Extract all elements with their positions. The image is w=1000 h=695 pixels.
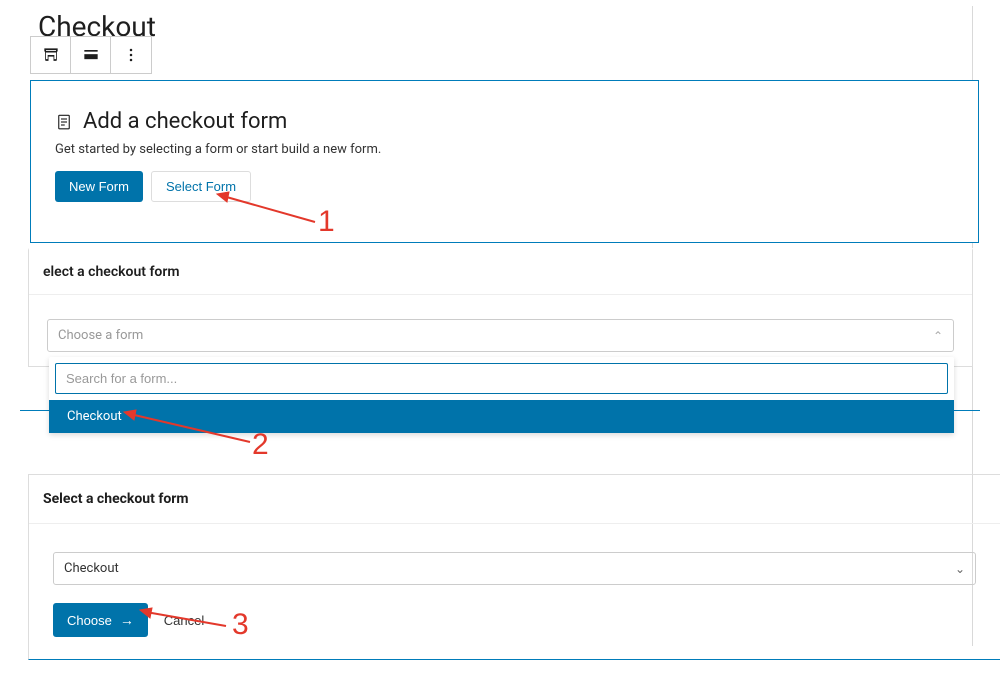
- align-button[interactable]: [71, 37, 111, 73]
- annotation-number-2: 2: [252, 428, 269, 462]
- modal-a-title: elect a checkout form: [29, 250, 972, 295]
- combobox-placeholder: Choose a form: [58, 328, 143, 343]
- placeholder-header: Add a checkout form: [55, 109, 954, 134]
- arrow-right-icon: →: [120, 612, 134, 628]
- modal-b-title: Select a checkout form: [29, 475, 1000, 524]
- select-form-modal-step2: elect a checkout form Choose a form ⌃ Ch…: [28, 248, 973, 367]
- selected-form-value: Checkout: [64, 561, 119, 576]
- choose-button-label: Choose: [67, 613, 112, 628]
- select-form-modal-step3: Select a checkout form Checkout ⌄ Choose…: [28, 474, 1000, 660]
- dropdown-option-checkout[interactable]: Checkout: [49, 400, 954, 433]
- block-toolbar: [30, 36, 152, 74]
- form-search-input[interactable]: [55, 363, 948, 394]
- chevron-up-icon: ⌃: [933, 329, 943, 343]
- more-vertical-icon: [121, 45, 141, 65]
- cancel-button[interactable]: Cancel: [164, 613, 204, 628]
- select-form-button[interactable]: Select Form: [151, 171, 251, 202]
- placeholder-title: Add a checkout form: [83, 109, 287, 134]
- checkout-form-placeholder: Add a checkout form Get started by selec…: [30, 80, 979, 243]
- annotation-number-1: 1: [318, 205, 335, 239]
- new-form-button[interactable]: New Form: [55, 171, 143, 202]
- placeholder-description: Get started by selecting a form or start…: [55, 142, 954, 157]
- form-icon: [55, 113, 73, 131]
- placeholder-buttons: New Form Select Form: [55, 171, 954, 202]
- chevron-down-icon: ⌄: [955, 562, 965, 576]
- block-type-button[interactable]: [31, 37, 71, 73]
- choose-form-combobox[interactable]: Choose a form ⌃: [47, 319, 954, 352]
- storefront-icon: [41, 45, 61, 65]
- selected-form-select[interactable]: Checkout ⌄: [53, 552, 976, 585]
- combobox-dropdown: Checkout: [49, 357, 954, 433]
- annotation-number-3: 3: [232, 608, 249, 642]
- more-options-button[interactable]: [111, 37, 151, 73]
- choose-button[interactable]: Choose →: [53, 603, 148, 637]
- align-icon: [81, 45, 101, 65]
